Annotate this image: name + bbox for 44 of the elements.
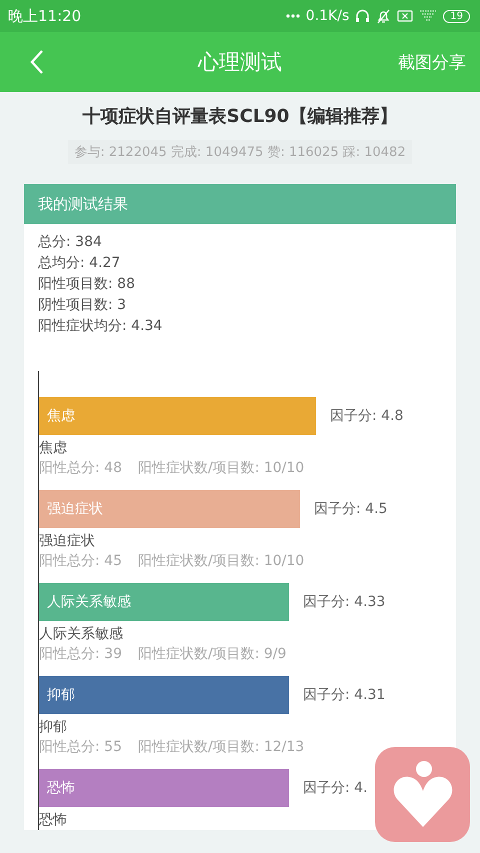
factor-name: 人际关系敏感	[39, 625, 124, 644]
bar-label: 焦虑	[47, 407, 75, 426]
positive-total: 阳性总分: 48	[39, 459, 122, 478]
summary-line: 总均分: 4.27	[38, 254, 122, 273]
factor-score: 因子分: 4.33	[303, 593, 386, 612]
factor-name: 强迫症状	[39, 532, 96, 551]
test-title: 十项症状自评量表SCL90【编辑推荐】	[82, 105, 398, 128]
result-heading: 我的测试结果	[24, 184, 456, 224]
summary-line: 总分: 384	[38, 233, 103, 252]
factor-score: 因子分: 4.31	[303, 686, 386, 705]
battery-icon: 19	[443, 10, 470, 22]
symptom-ratio: 阳性症状数/项目数: 12/13	[138, 738, 304, 757]
bar-label: 恐怖	[47, 779, 75, 798]
summary-line: 阳性项目数: 88	[38, 275, 136, 294]
summary-line: 阴性项目数: 3	[38, 296, 128, 315]
bar-label: 抑郁	[47, 686, 75, 705]
screenshot-share-button[interactable]: 截图分享	[398, 50, 466, 74]
test-stats: 参与: 2122045 完成: 1049475 赞: 116025 踩: 10482	[68, 140, 412, 164]
symptom-ratio: 阳性症状数/项目数: 10/10	[138, 552, 304, 571]
more-dots-icon	[286, 14, 300, 18]
back-icon	[30, 49, 44, 75]
symptom-ratio: 阳性症状数/项目数: 10/10	[138, 459, 304, 478]
factor-name: 抑郁	[39, 718, 68, 737]
network-speed: 0.1K/s	[306, 8, 350, 24]
factor-name: 恐怖	[39, 811, 68, 830]
back-button[interactable]	[30, 49, 44, 75]
bell-off-icon	[376, 8, 392, 24]
status-time: 晚上11:20	[8, 6, 82, 26]
factor-score: 因子分: 4.5	[314, 500, 388, 519]
summary-line: 阳性症状均分: 4.34	[38, 317, 164, 336]
factor-score: 因子分: 4.8	[330, 407, 404, 426]
factor-name: 焦虑	[39, 439, 68, 458]
floating-app-button[interactable]	[375, 747, 470, 842]
positive-total: 阳性总分: 55	[39, 738, 122, 757]
positive-total: 阳性总分: 39	[39, 645, 122, 664]
bar-label: 强迫症状	[47, 500, 103, 519]
page-title: 心理测试	[198, 49, 282, 76]
wifi-icon	[419, 9, 438, 23]
symptom-ratio: 阳性症状数/项目数: 9/9	[138, 645, 286, 664]
factor-score: 因子分: 4.	[303, 779, 368, 798]
sim-card-icon	[397, 10, 414, 22]
positive-total: 阳性总分: 45	[39, 552, 122, 571]
headset-icon	[355, 9, 370, 23]
bar-label: 人际关系敏感	[47, 593, 131, 612]
